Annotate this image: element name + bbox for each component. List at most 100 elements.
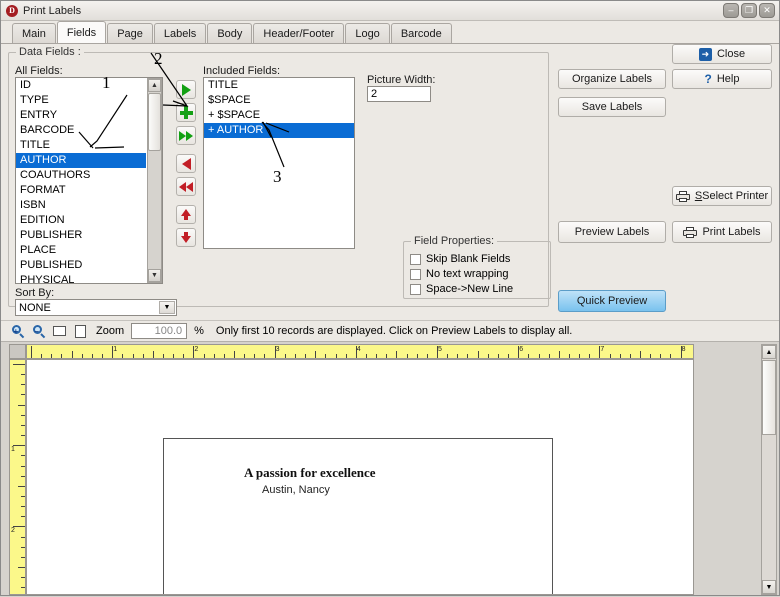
chevron-down-icon[interactable]: ▼ [159, 301, 175, 314]
tab-logo[interactable]: Logo [345, 23, 390, 43]
remove-all-button[interactable] [176, 177, 196, 196]
print-labels-button[interactable]: Print Labels [672, 221, 772, 243]
list-item[interactable]: + $SPACE [204, 108, 354, 123]
list-item[interactable]: EDITION [16, 213, 146, 228]
list-item[interactable]: COAUTHORS [16, 168, 146, 183]
tab-fields[interactable]: Fields [56, 21, 107, 43]
minimize-icon[interactable]: – [723, 3, 739, 18]
list-item[interactable]: FORMAT [16, 183, 146, 198]
remove-selected-button[interactable] [176, 154, 196, 173]
ruler-number: 5 [438, 346, 442, 353]
app-logo-icon: D [6, 4, 18, 17]
data-fields-group-title: Data Fields : [16, 46, 84, 58]
preview-labels-button[interactable]: Preview Labels [558, 221, 666, 243]
zoom-label: Zoom [96, 325, 125, 337]
help-button[interactable]: ? Help [672, 69, 772, 89]
tab-main[interactable]: Main [12, 23, 56, 43]
scroll-down-icon[interactable]: ▼ [148, 269, 161, 282]
move-down-button[interactable] [176, 228, 196, 247]
tab-page[interactable]: Page [107, 23, 153, 43]
quick-preview-button[interactable]: Quick Preview [558, 290, 666, 312]
list-item[interactable]: BARCODE [16, 123, 146, 138]
ruler-tick [21, 475, 25, 477]
space-to-newline-checkbox[interactable]: Space->New Line [410, 283, 513, 295]
ruler-tick [294, 354, 296, 358]
ruler-tick [81, 354, 83, 358]
list-item[interactable]: ENTRY [16, 108, 146, 123]
ruler-tick [21, 556, 25, 558]
ruler-number: 1 [11, 446, 15, 454]
checkbox-icon[interactable] [410, 268, 421, 280]
ruler-tick [396, 351, 398, 358]
green-right-triangle-icon [181, 83, 191, 96]
window-title: Print Labels [23, 4, 82, 17]
ruler-tick [223, 354, 225, 358]
ruler-tick [203, 354, 205, 358]
close-button[interactable]: ➜ Close [672, 44, 772, 64]
label-title-text: A passion for excellence [244, 465, 376, 480]
included-fields-list[interactable]: TITLE $SPACE + $SPACE + AUTHOR [203, 77, 355, 249]
zoom-in-icon[interactable]: + [9, 323, 26, 340]
scroll-down-icon[interactable]: ▼ [762, 580, 776, 594]
checkbox-icon[interactable] [410, 253, 421, 265]
add-all-button[interactable] [176, 126, 196, 145]
list-item[interactable]: TITLE [16, 138, 146, 153]
organize-labels-button[interactable]: Organize Labels [558, 69, 666, 89]
ruler-tick [345, 354, 347, 358]
ruler-tick [18, 567, 25, 568]
all-fields-author-row[interactable]: AUTHOR [16, 153, 146, 168]
ruler-tick [102, 354, 104, 358]
list-item[interactable]: PLACE [16, 243, 146, 258]
tab-labels[interactable]: Labels [153, 23, 207, 43]
scroll-up-icon[interactable]: ▲ [148, 79, 161, 92]
all-fields-list[interactable]: ID TYPE ENTRY BARCODE TITLE AUTHOR COAUT… [15, 77, 163, 284]
ruler-tick [538, 354, 540, 358]
no-text-wrapping-checkbox[interactable]: No text wrapping [410, 268, 509, 280]
maximize-icon[interactable]: ❐ [741, 3, 757, 18]
green-double-right-icon [179, 130, 193, 141]
included-fields-label: Included Fields: [203, 65, 281, 77]
fit-page-icon[interactable] [72, 323, 89, 340]
list-item[interactable]: PUBLISHED [16, 258, 146, 273]
list-item[interactable]: ID [16, 78, 146, 93]
list-item[interactable]: TYPE [16, 93, 146, 108]
label-author-text: Austin, Nancy [262, 484, 330, 496]
tab-body[interactable]: Body [207, 23, 253, 43]
all-fields-label: All Fields: [15, 65, 63, 77]
tab-header-footer[interactable]: Header/Footer [253, 23, 345, 43]
list-item[interactable]: TITLE [204, 78, 354, 93]
picture-width-value: 2 [371, 88, 378, 100]
skip-blank-fields-checkbox[interactable]: Skip Blank Fields [410, 253, 510, 265]
ruler-tick [650, 354, 652, 358]
ruler-tick [21, 587, 25, 589]
fit-width-icon[interactable] [51, 323, 68, 340]
scroll-thumb[interactable] [762, 360, 776, 435]
add-plus-button[interactable] [176, 103, 196, 122]
select-printer-button[interactable]: S Select Printer [672, 186, 772, 206]
scroll-up-icon[interactable]: ▲ [762, 345, 776, 359]
ruler-corner [9, 344, 26, 359]
ruler-tick [183, 354, 185, 358]
included-fields-author-row[interactable]: + AUTHOR [204, 123, 354, 138]
all-fields-scrollbar[interactable]: ▲ ▼ [147, 78, 162, 283]
printer-icon [683, 226, 698, 238]
zoom-input[interactable]: 100.0 [131, 323, 188, 339]
sort-by-select[interactable]: NONE ▼ [15, 299, 177, 316]
list-item[interactable]: PUBLISHER [16, 228, 146, 243]
zoom-out-icon[interactable]: – [30, 323, 47, 340]
preview-scrollbar[interactable]: ▲ ▼ [761, 344, 777, 595]
ruler-tick [71, 351, 73, 358]
list-item[interactable]: ISBN [16, 198, 146, 213]
close-icon[interactable]: ✕ [759, 3, 775, 18]
list-item[interactable]: PHYSICAL [16, 273, 146, 283]
ruler-tick [508, 354, 510, 358]
save-labels-button[interactable]: Save Labels [558, 97, 666, 117]
scroll-thumb[interactable] [148, 93, 161, 151]
checkbox-icon[interactable] [410, 283, 421, 295]
picture-width-input[interactable]: 2 [367, 86, 431, 102]
checkbox-label: Skip Blank Fields [426, 253, 511, 265]
tab-barcode[interactable]: Barcode [390, 23, 452, 43]
add-selected-button[interactable] [176, 80, 196, 99]
move-up-button[interactable] [176, 205, 196, 224]
list-item[interactable]: $SPACE [204, 93, 354, 108]
